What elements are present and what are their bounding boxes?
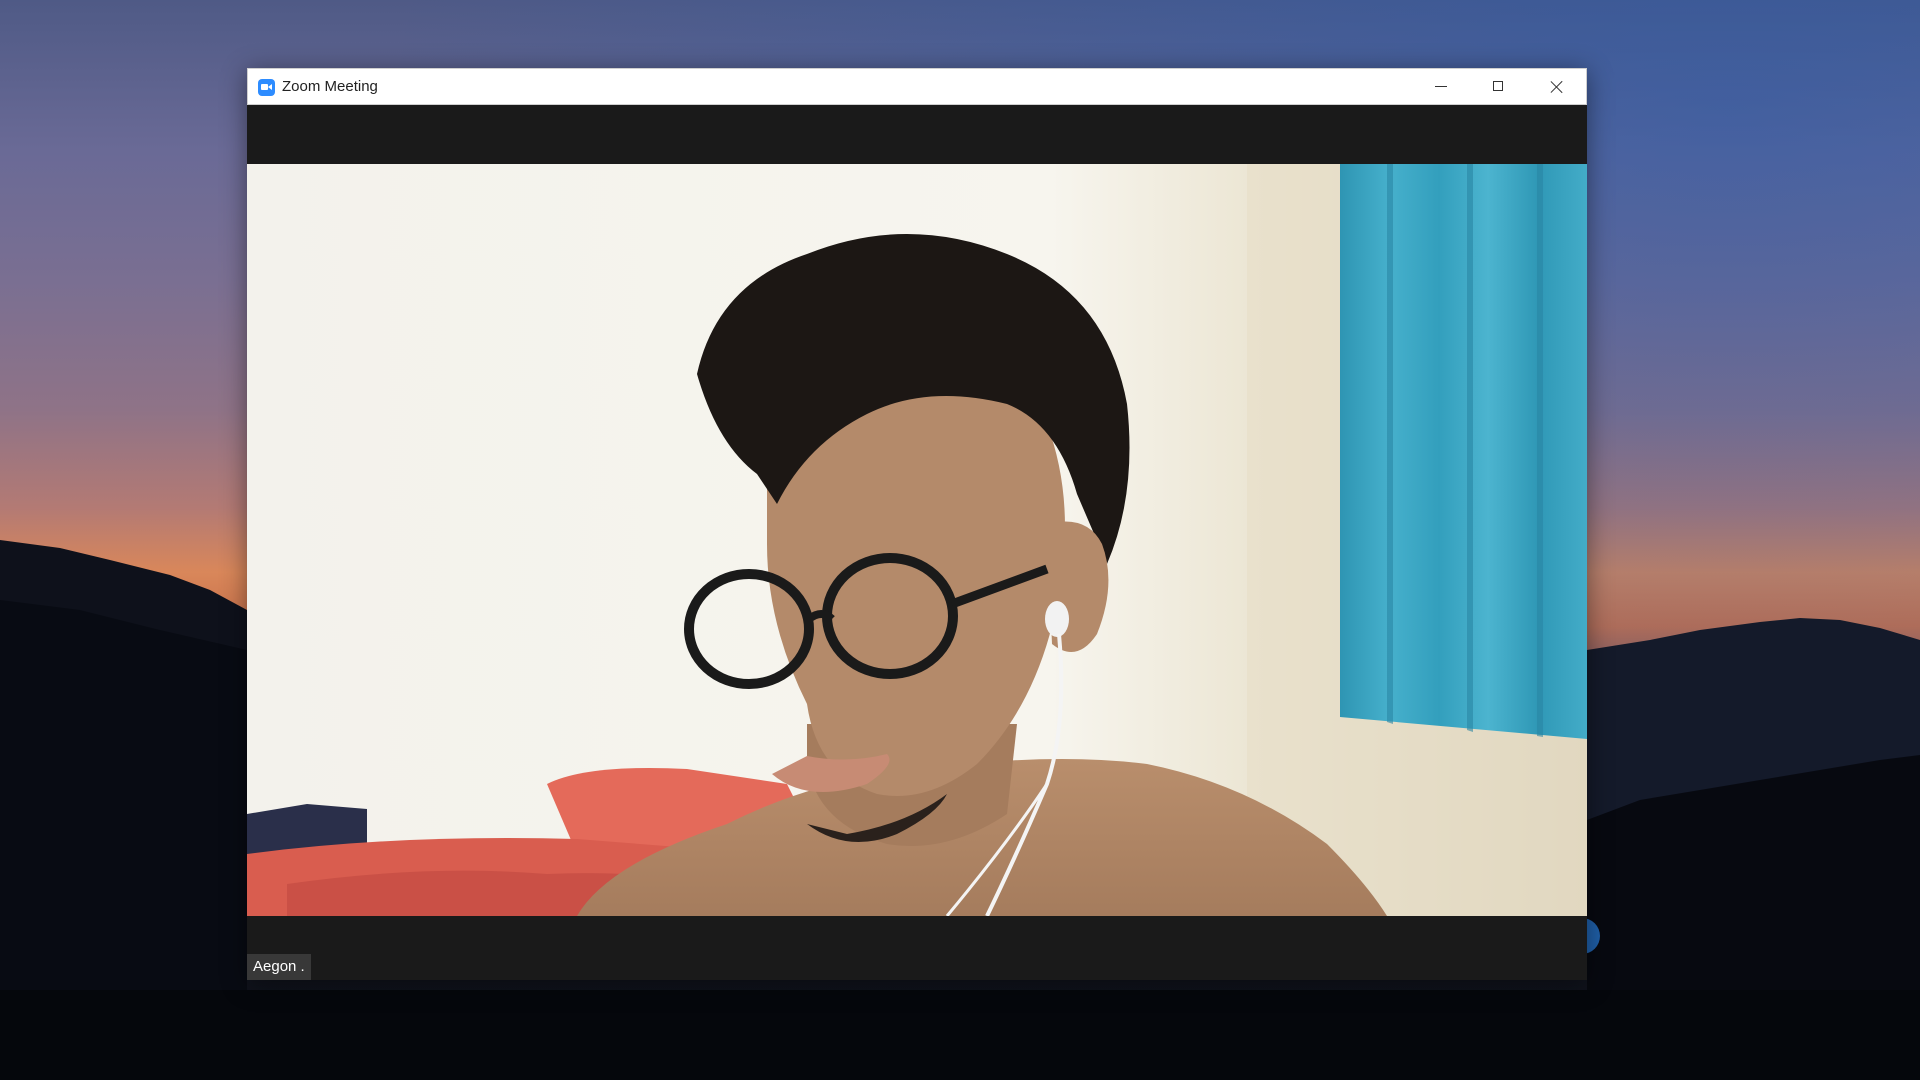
close-button[interactable] <box>1528 69 1586 104</box>
zoom-meeting-window: Zoom Meeting Aegon . <box>247 68 1587 980</box>
title-bar: Zoom Meeting <box>247 68 1587 105</box>
zoom-camera-icon <box>258 79 275 96</box>
close-icon <box>1550 80 1563 93</box>
meeting-top-bar <box>247 105 1587 164</box>
participant-video[interactable] <box>247 164 1587 916</box>
participant-name-label: Aegon . <box>247 954 311 980</box>
minimize-icon <box>1435 86 1447 87</box>
window-title: Zoom Meeting <box>282 78 378 95</box>
webcam-image <box>247 164 1587 916</box>
maximize-icon <box>1493 81 1503 91</box>
desktop-wallpaper: Zoom Meeting Aegon . <box>0 0 1920 1080</box>
minimize-button[interactable] <box>1412 69 1470 104</box>
maximize-button[interactable] <box>1470 69 1528 104</box>
meeting-bottom-bar <box>247 916 1587 980</box>
